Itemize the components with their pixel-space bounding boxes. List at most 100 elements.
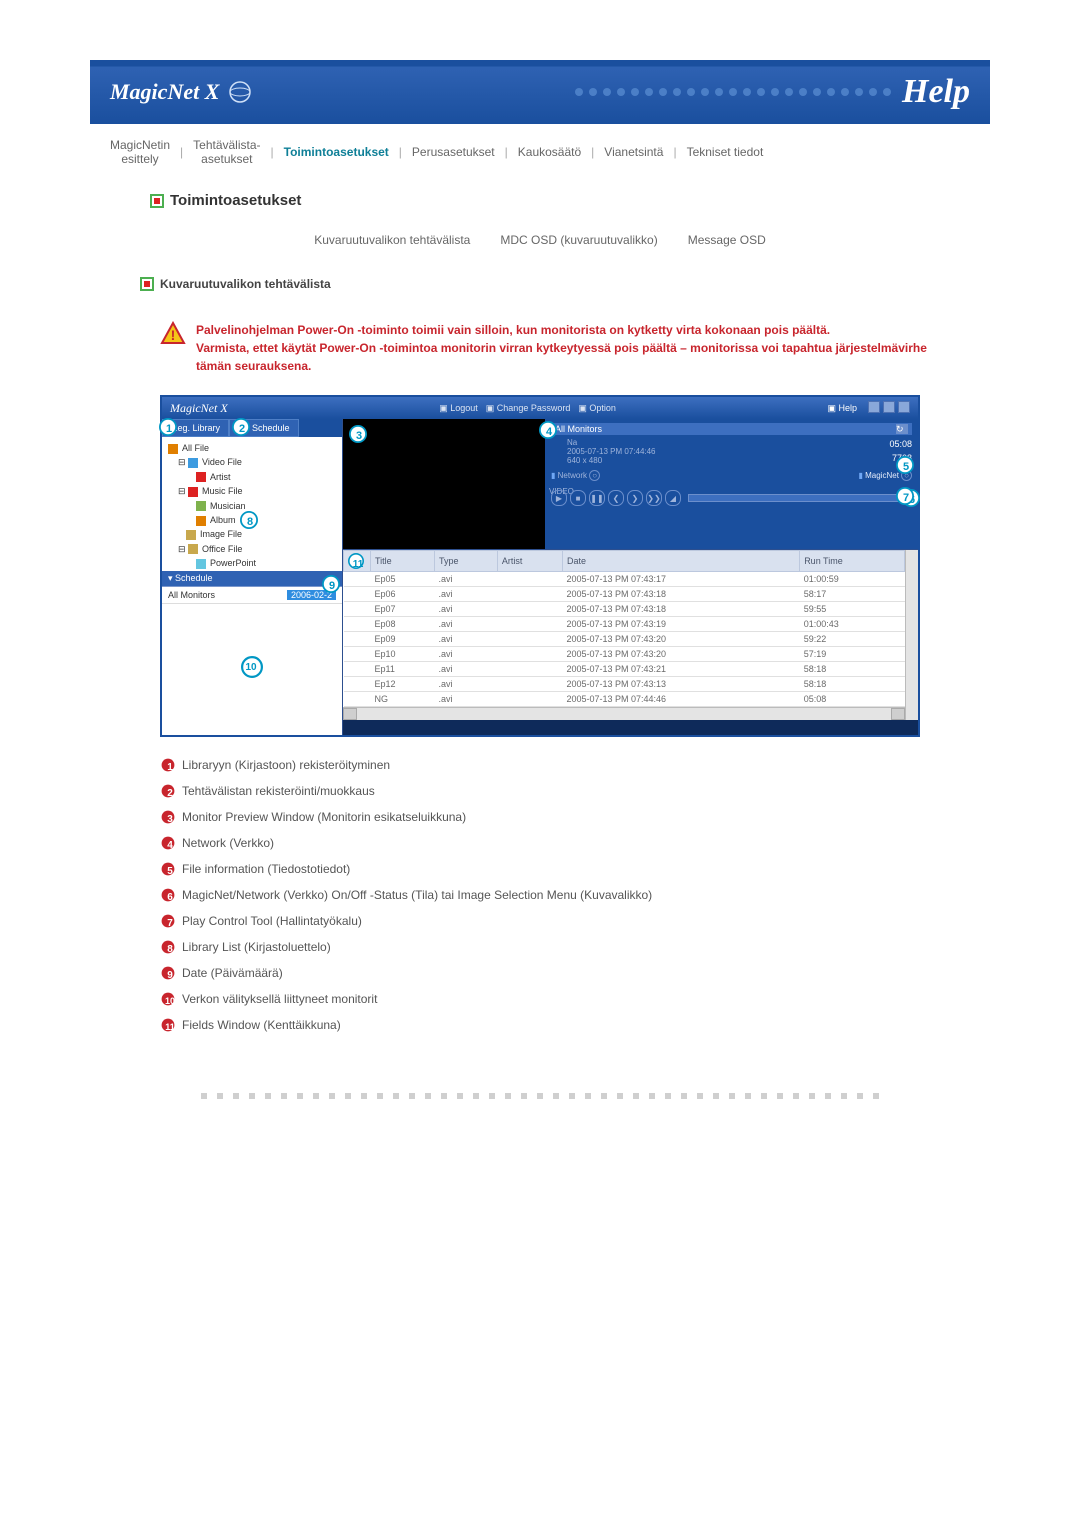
vol-button[interactable]: ◢ [665,490,681,506]
legend-row: 4Network (Verkko) [160,835,920,851]
nav-intro[interactable]: MagicNetinesittely [110,138,170,166]
file-table: 11 Title Type Artist Date Run Time [343,550,905,707]
logo: MagicNet X [110,77,255,107]
table-row[interactable]: Ep07.avi2005-07-13 PM 07:43:1859:55 [344,602,905,617]
badge-1: 1 [160,757,176,773]
svg-text:!: ! [171,327,176,343]
svg-text:7: 7 [903,492,909,504]
legend-list: 1Libraryyn (Kirjastoon) rekisteröitymine… [160,757,920,1033]
col-title[interactable]: Title [371,551,435,572]
svg-text:1: 1 [166,423,172,435]
app-titlebar: MagicNet X ▣ Logout ▣ Change Password ▣ … [162,397,918,419]
header-dots [572,88,894,96]
legend-text: Date (Päivämäärä) [182,966,283,980]
info-panel: 4 All Monitors ↻ 05:08 Na 2005-07-13 PM … [545,419,918,549]
section-icon [150,194,164,208]
subtab-message-osd[interactable]: Message OSD [688,233,766,247]
legend-text: Tehtävälistan rekisteröinti/muokkaus [182,784,375,798]
badge-4: 4 [160,835,176,851]
nav-troubleshoot[interactable]: Vianetsintä [604,145,663,159]
tab-reg-library[interactable]: 1 Reg. Library [162,419,229,437]
col-artist[interactable]: Artist [497,551,562,572]
tab-schedule[interactable]: 2 Schedule [229,419,299,437]
pause-button[interactable]: ❚❚ [589,490,605,506]
table-row[interactable]: NG.avi2005-07-13 PM 07:44:4605:08 [344,692,905,707]
badge-8: 8 [160,939,176,955]
table-row[interactable]: Ep09.avi2005-07-13 PM 07:43:2059:22 [344,632,905,647]
nav-basic-settings[interactable]: Perusasetukset [412,145,495,159]
tree-office[interactable]: ⊟ Office File [168,542,336,556]
stop-button[interactable]: ■ [570,490,586,506]
nav-schedule-settings[interactable]: Tehtävälista-asetukset [193,138,260,166]
svg-text:2: 2 [167,788,173,799]
subtab-osd-schedule[interactable]: Kuvaruutuvalikon tehtävälista [314,233,470,247]
play-button[interactable]: ▶ [551,490,567,506]
menu-logout[interactable]: ▣ Logout [439,403,478,414]
library-tree[interactable]: All File ⊟ Video File Artist ⊟ Music Fil… [162,437,342,571]
prev-button[interactable]: ❮ [608,490,624,506]
tree-album[interactable]: Album 8 [168,513,336,527]
nav-remote[interactable]: Kaukosäätö [518,145,581,159]
schedule-header[interactable]: ▾ Schedule 9 [162,571,342,586]
svg-text:4: 4 [167,840,173,851]
left-tabs: 1 Reg. Library 2 Schedule [162,419,342,437]
table-row[interactable]: Ep12.avi2005-07-13 PM 07:43:1358:18 [344,677,905,692]
col-type[interactable]: Type [435,551,498,572]
nav-sep: | [505,145,508,159]
legend-text: Play Control Tool (Hallintatyökalu) [182,914,362,928]
window-buttons [865,401,910,415]
table-row[interactable]: Ep11.avi2005-07-13 PM 07:43:2158:18 [344,662,905,677]
tree-all-file[interactable]: All File [168,441,336,455]
table-row[interactable]: Ep05.avi2005-07-13 PM 07:43:1701:00:59 [344,572,905,587]
header-right: Help [572,73,970,111]
section-title: Toimintoasetukset [170,192,301,209]
seek-slider[interactable] [688,494,912,502]
legend-text: Library List (Kirjastoluettelo) [182,940,331,954]
col-runtime[interactable]: Run Time [800,551,905,572]
info-resolution: 640 x 480 [567,456,912,465]
legend-row: 2 Tehtävälistan rekisteröinti/muokkaus [160,783,920,799]
legend-row: 9 Date (Päivämäärä) [160,965,920,981]
table-row[interactable]: Ep06.avi2005-07-13 PM 07:43:1858:17 [344,587,905,602]
schedule-row[interactable]: All Monitors 2006-02-2 [162,587,342,604]
minimize-button[interactable] [868,401,880,413]
vscroll[interactable] [905,550,918,720]
net-toggle[interactable]: ○ [589,470,600,481]
svg-text:11: 11 [353,559,364,569]
table-row[interactable]: Ep10.avi2005-07-13 PM 07:43:2057:19 [344,647,905,662]
tree-artist[interactable]: Artist [168,470,336,484]
svg-text:10: 10 [245,662,257,673]
nav-operation-settings[interactable]: Toimintoasetukset [284,145,389,159]
refresh-icon[interactable]: ↻ [896,424,908,434]
legend-row: 7Play Control Tool (Hallintatyökalu) [160,913,920,929]
tree-powerpoint[interactable]: PowerPoint [168,556,336,570]
menu-help[interactable]: ▣ Help [827,403,857,414]
schedule-all-monitors: All Monitors [168,590,215,600]
col-date[interactable]: Date [562,551,799,572]
end-button[interactable]: ❯❯ [646,490,662,506]
svg-text:9: 9 [329,580,335,592]
svg-text:5: 5 [167,866,173,877]
hscroll[interactable] [343,707,905,720]
svg-text:8: 8 [247,516,253,528]
badge-3: 3 [160,809,176,825]
table-row[interactable]: Ep08.avi2005-07-13 PM 07:43:1901:00:43 [344,617,905,632]
maximize-button[interactable] [883,401,895,413]
app-title: MagicNet X [170,401,228,416]
tree-image[interactable]: Image File [168,527,336,541]
subsection-title: Kuvaruutuvalikon tehtävälista [160,277,331,291]
tree-video[interactable]: ⊟ Video File [168,455,336,469]
badge-9: 9 [160,965,176,981]
next-button[interactable]: ❯ [627,490,643,506]
subtab-mdc-osd[interactable]: MDC OSD (kuvaruutuvalikko) [500,233,657,247]
nav-specs[interactable]: Tekniset tiedot [687,145,764,159]
menu-changepw[interactable]: ▣ Change Password [486,403,571,414]
svg-text:3: 3 [356,430,362,442]
badge-5: 5 [160,861,176,877]
header-banner: MagicNet X Help [90,60,990,124]
menu-option[interactable]: ▣ Option [578,403,616,414]
legend-text: Verkon välityksellä liittyneet monitorit [182,992,377,1006]
legend-text: Fields Window (Kenttäikkuna) [182,1018,341,1032]
close-button[interactable] [898,401,910,413]
tree-music[interactable]: ⊟ Music File [168,484,336,498]
